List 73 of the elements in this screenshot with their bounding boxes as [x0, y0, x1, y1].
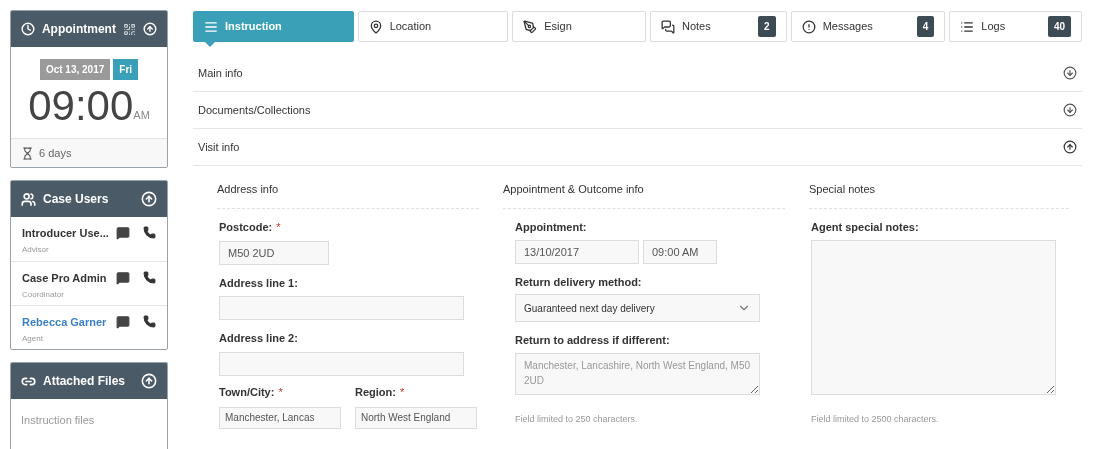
appointment-time: 09:00 [28, 81, 134, 131]
field-hint: Field limited to 2500 characters. [811, 413, 939, 424]
user-role: Advisor [22, 243, 50, 256]
notes-field[interactable] [811, 239, 1056, 395]
message-icon[interactable] [116, 271, 130, 285]
collapse-icon[interactable] [1063, 140, 1077, 154]
countdown-text: 6 days [39, 145, 72, 161]
field-label: Return delivery method: [515, 274, 642, 290]
required-mark: * [276, 220, 281, 235]
count-badge: 2 [758, 16, 776, 37]
column-heading: Address info [217, 183, 279, 195]
field-label: Address line 2: [219, 331, 298, 346]
people-icon [21, 191, 36, 207]
field-label: Address line 1: [219, 275, 298, 291]
user-name[interactable]: Rebecca Garner [22, 314, 116, 331]
count-badge: 4 [916, 16, 935, 37]
tab[interactable]: Messages 4 [790, 11, 946, 42]
message-icon[interactable] [116, 315, 130, 329]
field-label: Postcode: [219, 220, 273, 235]
user-name[interactable]: Case Pro Admin [22, 270, 116, 287]
clock-icon [21, 21, 35, 37]
address-line-field[interactable] [219, 296, 464, 320]
required-mark: * [278, 384, 283, 400]
count-badge: 40 [1047, 16, 1071, 37]
phone-icon[interactable] [143, 315, 156, 328]
field-label: Return to address if different: [515, 333, 670, 348]
field-label: Appointment: [515, 220, 587, 235]
weekday-badge: Fri [113, 59, 139, 80]
field-label: Agent special notes: [811, 220, 919, 235]
phone-icon[interactable] [143, 226, 156, 239]
postcode-field[interactable]: M50 2UD [219, 240, 329, 265]
tab-pointer [204, 41, 216, 47]
column-heading: Special notes [809, 183, 876, 195]
return-address-field[interactable]: Manchester, Lancashire, North West England, M50 2UD [515, 352, 760, 395]
user-name[interactable]: Introducer Use... [22, 225, 116, 242]
region-field[interactable]: North West England [355, 406, 477, 429]
expand-icon[interactable] [1063, 103, 1077, 117]
map-pin-icon [368, 19, 383, 34]
field-label: Town/City: [219, 384, 275, 400]
required-mark: * [399, 384, 405, 400]
tab[interactable]: Notes 2 [650, 11, 787, 42]
expand-icon[interactable] [1063, 66, 1077, 80]
panel-title: Case Users [43, 191, 110, 208]
alert-icon [801, 19, 816, 34]
town-field[interactable]: Manchester, Lancas [219, 406, 341, 429]
tab[interactable]: Location [357, 11, 509, 42]
section-header[interactable]: Main info [193, 55, 1082, 92]
address-line-field[interactable] [219, 351, 464, 376]
lines-icon [204, 19, 218, 34]
phone-icon[interactable] [143, 271, 156, 284]
user-role: Coordinator [22, 288, 65, 301]
tab[interactable]: Logs 40 [949, 11, 1082, 42]
qr-code-icon[interactable] [122, 21, 137, 37]
list-icon [960, 19, 975, 34]
tab[interactable]: Esign [512, 11, 646, 42]
file-group-label: Instruction files [21, 414, 95, 426]
time-field[interactable]: 09:00 AM [643, 239, 717, 264]
field-label: Region: [355, 384, 396, 400]
date-field[interactable]: 13/10/2017 [515, 239, 639, 264]
date-badge: Oct 13, 2017 [39, 59, 111, 80]
user-role: Agent [22, 332, 44, 345]
hourglass-icon [21, 146, 34, 160]
panel-title: Attached Files [43, 373, 127, 390]
pen-nib-icon [523, 19, 538, 34]
section-header[interactable]: Documents/Collections [193, 92, 1082, 129]
panel-title: Appointment [41, 21, 116, 38]
field-hint: Field limited to 250 characters. [515, 413, 638, 424]
message-icon[interactable] [116, 226, 130, 240]
delivery-select[interactable]: Guaranteed next day delivery [515, 294, 760, 322]
section-header[interactable]: Visit info [193, 129, 1082, 166]
meridiem: AM [133, 108, 150, 123]
chat-bubbles-icon [661, 19, 675, 34]
column-heading: Appointment & Outcome info [503, 183, 644, 195]
